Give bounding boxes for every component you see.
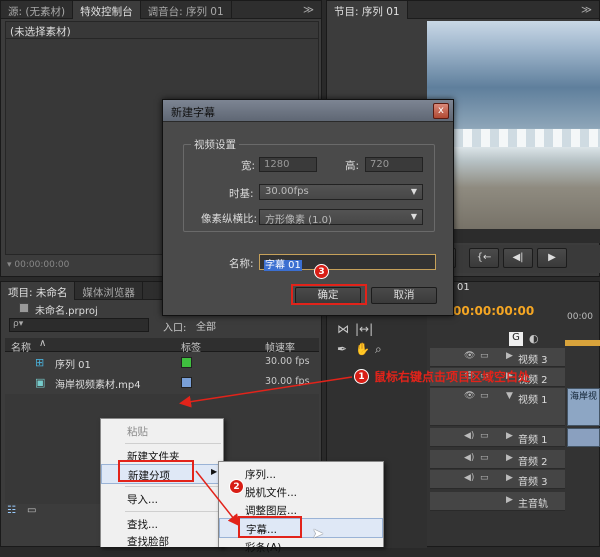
arrow-to-project-area [179, 376, 353, 408]
annotation-arrows [179, 376, 353, 527]
arrow-to-title-item [195, 470, 240, 527]
mouse-cursor-icon: ➤ [312, 526, 324, 542]
